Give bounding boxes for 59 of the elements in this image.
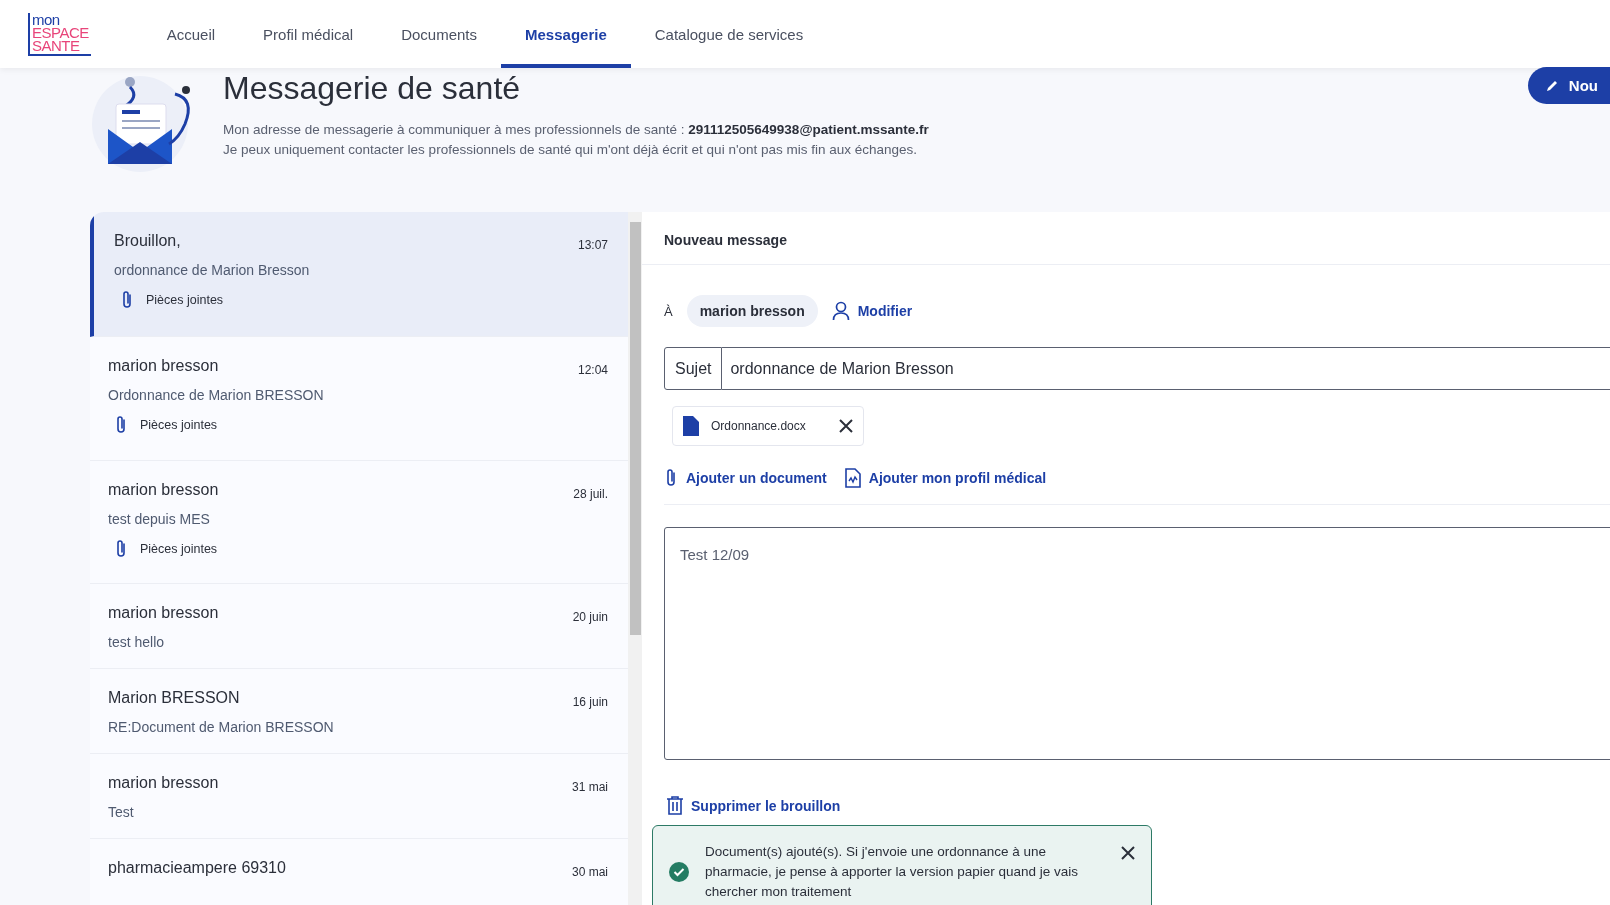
attachments-label: Pièces jointes [140,542,218,556]
paperclip-icon [120,290,134,310]
sender-name: marion bresson [108,604,219,622]
nav-tab[interactable]: Documents [377,0,501,68]
subject-field[interactable]: ordonnance de Marion Bresson [722,347,1610,390]
paperclip-icon [114,539,128,559]
delete-draft-link[interactable]: Supprimer le brouillon [667,796,841,815]
message-time: 28 juil. [573,486,608,503]
document-icon [683,416,699,436]
sender-name: marion bresson [108,774,219,792]
scrollbar[interactable] [628,212,642,905]
sender-name: Marion BRESSON [108,689,241,707]
message-body-field[interactable]: Test 12/09 [664,527,1610,760]
trash-icon [667,796,683,815]
to-label: À [664,303,673,319]
new-message-button[interactable]: Nou [1527,67,1610,104]
contact-note: Je peux uniquement contacter les professionnels de santé qui m'ont déjà écrit et qui n'ont pas mis fin aux échanges. [223,141,919,159]
attachments-label: Pièces jointes [140,418,218,432]
address-text: Mon adresse de messagerie à communiquer à mes professionnels de santé : 291112505649938@patient.mssante.fr [223,121,929,139]
close-button[interactable] [1121,846,1135,860]
message-time: 16 juin [572,694,608,711]
nav-tab[interactable]: Messagerie [501,0,631,68]
message-time: 13:07 [577,237,608,254]
paperclip-icon [664,468,678,488]
message-time: 12:04 [577,362,608,379]
message-time: 20 juin [572,609,608,626]
logo[interactable]: mon ESPACE SANTE [28,12,91,56]
message-subject: RE:Document de Marion BRESSON [108,719,334,735]
recipient-chip: marion bresson [686,295,818,327]
sender-name: marion bresson [108,481,219,499]
pencil-icon [1545,79,1559,92]
sender-name: pharmacieampere 69310 [108,859,286,877]
sender-name: marion bresson [108,357,220,375]
add-document-link[interactable]: Ajouter un document [664,468,827,488]
toast-message: Document(s) ajouté(s). Si j'envoie une ordonnance à une pharmacie, je pense à apporter la version papier quand je vais chercher mon traitement [705,843,1079,901]
message-subject: test depuis MES [108,511,211,527]
page-title: Messagerie de santé [223,70,522,106]
nav-tab[interactable]: Profil médical [239,0,378,68]
message-subject: Test [108,804,135,820]
message-subject: Ordonnance de Marion BRESSON [108,387,324,403]
success-check-icon [669,862,689,882]
document-chart-icon [844,468,861,488]
add-profile-link[interactable]: Ajouter mon profil médical [844,468,1047,488]
nav-tab[interactable]: Accueil [142,0,240,68]
modify-button[interactable]: Modifier [831,301,913,321]
message-time: 30 mai [571,864,608,881]
message-time: 31 mai [571,779,608,796]
compose-title: Nouveau message [642,212,1610,265]
remove-button[interactable] [839,419,853,433]
person-icon [831,301,850,321]
sender-name: Brouillon, [114,232,182,250]
message-subject: ordonnance de Marion Bresson [114,262,310,278]
message-subject: test hello [108,634,166,650]
attachments-label: Pièces jointes [146,293,224,307]
nav-tab[interactable]: Catalogue de services [630,0,828,68]
paperclip-icon [114,415,128,435]
message-item[interactable]: Brouillon, ordonnance de Marion Bresson Pièces jointes 13:07 [90,212,628,337]
attachment-chip: Ordonnance.docx [672,406,864,446]
subject-label: Sujet [664,347,723,390]
